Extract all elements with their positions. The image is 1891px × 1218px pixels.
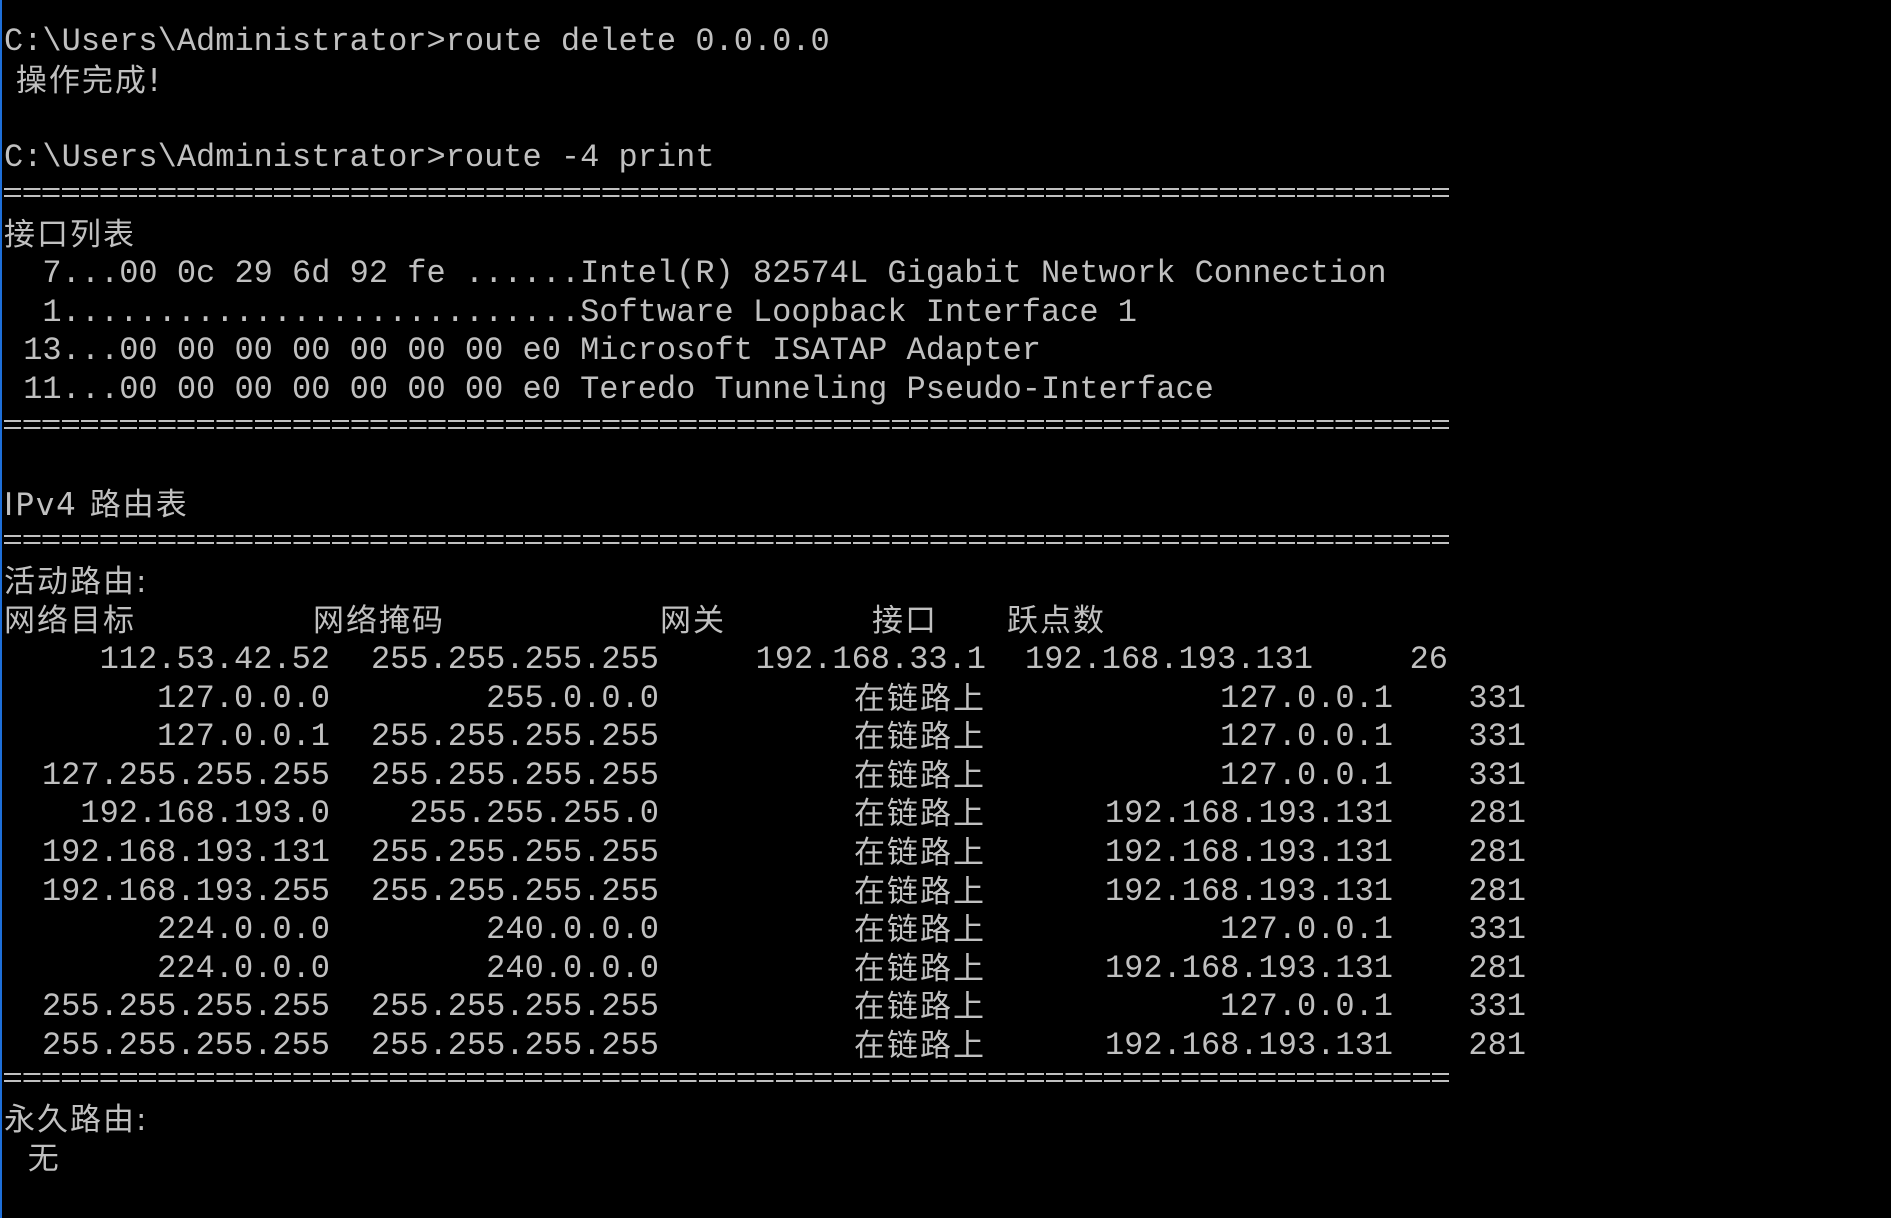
- prompt: C:\Users\Administrator>: [4, 139, 446, 176]
- cell-gateway: 在链路上: [854, 873, 986, 910]
- cell-interface: 192.168.193.131: [1024, 641, 1313, 678]
- command-line-route-delete: C:\Users\Administrator>route delete 0.0.…: [4, 23, 830, 62]
- interface-item: 1...........................Software Loo…: [4, 294, 1137, 331]
- cell-netmask: 240.0.0.0: [486, 949, 659, 987]
- cell-destination: 192.168.193.255: [41, 872, 330, 910]
- cell-destination: 255.255.255.255: [41, 988, 330, 1026]
- separator-line: [4, 188, 1450, 197]
- separator-line: [4, 535, 1450, 544]
- cell-netmask: 255.0.0.0: [486, 679, 659, 717]
- cell-gateway: 在链路上: [854, 1028, 986, 1064]
- cell-destination: 224.0.0.0: [157, 949, 330, 987]
- cell-netmask: 255.255.255.255: [370, 988, 659, 1026]
- cell-interface: 127.0.0.1: [1220, 756, 1393, 794]
- cell-interface: 127.0.0.1: [1220, 679, 1393, 717]
- interface-item: 13...00 00 00 00 00 00 00 e0 Microsoft I…: [4, 332, 1041, 369]
- interface-item: 7...00 0c 29 6d 92 fe ......Intel(R) 825…: [4, 255, 1387, 292]
- cell-destination: 127.0.0.1: [157, 718, 330, 756]
- cell-netmask: 255.255.255.255: [370, 756, 659, 794]
- cell-metric: 26: [1409, 641, 1448, 678]
- cell-interface: 192.168.193.131: [1104, 834, 1393, 871]
- header-interface: 接口: [872, 603, 938, 639]
- cell-gateway: 在链路上: [854, 680, 986, 717]
- cell-metric: 281: [1468, 872, 1526, 910]
- header-netmask: 网络掩码: [313, 603, 445, 639]
- cell-metric: 281: [1468, 795, 1526, 833]
- cell-interface: 127.0.0.1: [1220, 911, 1393, 949]
- command-output: 操作完成!: [4, 63, 163, 99]
- cell-metric: 281: [1468, 1027, 1526, 1064]
- command-line-route-print: C:\Users\Administrator>route -4 print: [4, 139, 715, 178]
- cell-gateway: 在链路上: [854, 796, 986, 833]
- cell-netmask: 255.255.255.255: [370, 1027, 659, 1064]
- cell-gateway: 在链路上: [854, 989, 986, 1026]
- cell-destination: 192.168.193.0: [80, 795, 330, 833]
- cell-netmask: 240.0.0.0: [486, 911, 659, 949]
- cell-metric: 331: [1468, 911, 1526, 949]
- persistent-routes-label: 永久路由:: [4, 1102, 149, 1138]
- cell-netmask: 255.255.255.255: [370, 718, 659, 756]
- cell-destination: 112.53.42.52: [99, 641, 330, 678]
- console-window[interactable]: C:\Users\Administrator>route delete 0.0.…: [0, 0, 1891, 1218]
- cell-netmask: 255.255.255.255: [370, 834, 659, 871]
- cell-destination: 224.0.0.0: [157, 911, 330, 949]
- cell-metric: 331: [1468, 679, 1526, 717]
- header-destination: 网络目标: [4, 603, 136, 639]
- cell-interface: 192.168.193.131: [1104, 1027, 1393, 1064]
- active-routes-label: 活动路由:: [4, 564, 149, 600]
- cell-destination: 192.168.193.131: [41, 834, 330, 871]
- cell-netmask: 255.255.255.0: [409, 795, 659, 833]
- cell-gateway: 在链路上: [854, 835, 986, 871]
- cell-destination: 127.255.255.255: [41, 756, 330, 794]
- persistent-routes-value: 无: [4, 1141, 61, 1177]
- separator-line: [4, 420, 1450, 429]
- cell-destination: 127.0.0.0: [157, 679, 330, 717]
- cell-interface: 192.168.193.131: [1104, 872, 1393, 910]
- interface-item: 11...00 00 00 00 00 00 00 e0 Teredo Tunn…: [4, 371, 1214, 408]
- cell-interface: 192.168.193.131: [1104, 949, 1393, 987]
- prompt: C:\Users\Administrator>: [4, 23, 446, 60]
- cell-gateway: 192.168.33.1: [755, 641, 986, 678]
- cell-gateway: 在链路上: [854, 950, 986, 987]
- cell-gateway: 在链路上: [854, 719, 986, 756]
- cell-metric: 331: [1468, 756, 1526, 794]
- cell-gateway: 在链路上: [854, 912, 986, 949]
- cell-interface: 127.0.0.1: [1220, 988, 1393, 1026]
- command-text: route -4 print: [445, 139, 715, 176]
- cell-gateway: 在链路上: [854, 757, 986, 794]
- cell-netmask: 255.255.255.255: [370, 872, 659, 910]
- separator-line: [4, 1073, 1450, 1082]
- cell-destination: 255.255.255.255: [41, 1027, 330, 1064]
- header-gateway: 网关: [660, 603, 726, 639]
- cell-metric: 281: [1468, 834, 1526, 871]
- cell-metric: 331: [1468, 988, 1526, 1026]
- cell-metric: 331: [1468, 718, 1526, 756]
- header-metric: 跃点数: [1007, 603, 1106, 639]
- ipv4-table-title: IPv4 路由表: [4, 487, 189, 523]
- cell-netmask: 255.255.255.255: [370, 641, 659, 678]
- command-text: route delete 0.0.0.0: [445, 23, 830, 60]
- interface-list-title: 接口列表: [4, 217, 136, 253]
- cell-metric: 281: [1468, 949, 1526, 987]
- cell-interface: 127.0.0.1: [1220, 718, 1393, 756]
- cell-interface: 192.168.193.131: [1104, 795, 1393, 833]
